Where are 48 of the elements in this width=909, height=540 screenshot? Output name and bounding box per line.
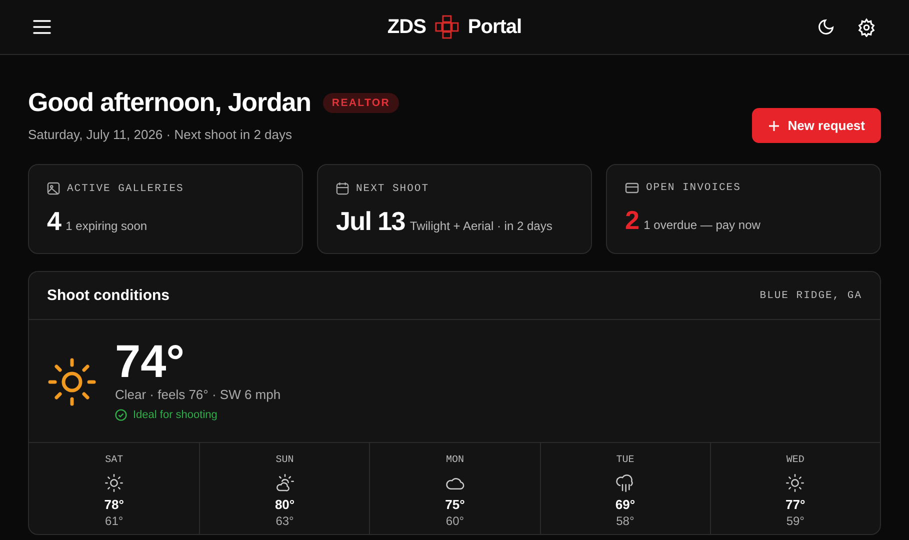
- brand-name: ZDS: [387, 16, 426, 38]
- date-subtitle: Saturday, July 11, 2026 · Next shoot in 2 days: [28, 127, 293, 142]
- stat-label: ACTIVE GALLERIES: [67, 182, 184, 194]
- stat-label: OPEN INVOICES: [646, 182, 741, 194]
- settings-icon[interactable]: [857, 18, 876, 36]
- sun-icon: [785, 473, 806, 493]
- menu-icon[interactable]: [33, 20, 51, 34]
- sun-icon: [47, 357, 97, 407]
- weather-summary: Clear · feels 76° · SW 6 mph: [115, 387, 281, 402]
- stat-detail: 1 expiring soon: [66, 219, 148, 233]
- sun-cloud-icon: [274, 473, 295, 493]
- stat-value: 2: [625, 205, 639, 236]
- greeting-title: Good afternoon, Jordan: [28, 87, 311, 118]
- stat-detail: Twilight + Aerial · in 2 days: [410, 219, 552, 233]
- image-icon: [47, 182, 60, 195]
- low-temperature: 58°: [616, 514, 634, 528]
- logo-icon: [434, 15, 459, 39]
- stat-detail: 1 overdue — pay now: [644, 218, 760, 232]
- day-label: TUE: [616, 455, 634, 466]
- day-label: WED: [786, 455, 804, 466]
- high-temperature: 75°: [445, 497, 465, 512]
- stat-value: 4: [47, 206, 61, 237]
- credit-card-icon: [625, 182, 639, 194]
- panel-title: Shoot conditions: [47, 287, 170, 304]
- stat-value: Jul 13: [336, 206, 405, 237]
- location-label: BLUE RIDGE, GA: [760, 290, 862, 302]
- sun-icon: [104, 473, 124, 493]
- role-badge: REALTOR: [322, 92, 400, 112]
- new-request-button[interactable]: New request: [752, 108, 881, 143]
- calendar-icon: [336, 182, 349, 195]
- brand-name: Portal: [468, 16, 522, 38]
- high-temperature: 77°: [786, 497, 806, 512]
- moon-icon[interactable]: [817, 18, 835, 36]
- day-label: MON: [446, 455, 464, 466]
- low-temperature: 59°: [786, 514, 804, 528]
- day-label: SAT: [105, 455, 124, 466]
- high-temperature: 69°: [615, 497, 636, 512]
- shooting-status: Ideal for shooting: [133, 409, 218, 421]
- day-label: SUN: [276, 455, 294, 466]
- low-temperature: 63°: [276, 514, 294, 528]
- high-temperature: 78°: [104, 497, 124, 512]
- temperature: 74°: [115, 337, 186, 385]
- rain-cloud-icon: [615, 473, 636, 493]
- high-temperature: 80°: [274, 497, 295, 512]
- low-temperature: 61°: [105, 514, 124, 528]
- stat-label: NEXT SHOOT: [356, 182, 430, 194]
- plus-icon: [768, 120, 780, 132]
- low-temperature: 60°: [446, 514, 464, 528]
